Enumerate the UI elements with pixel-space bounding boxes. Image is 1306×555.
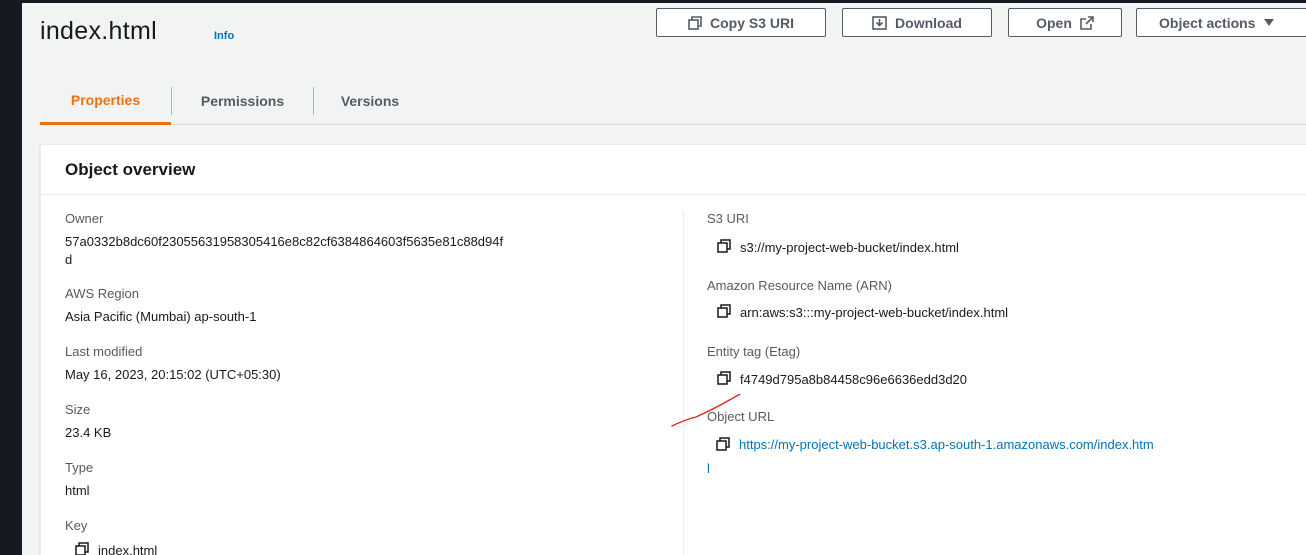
copy-icon[interactable] bbox=[716, 436, 730, 458]
open-button[interactable]: Open bbox=[1008, 8, 1122, 37]
object-actions-button[interactable]: Object actions bbox=[1136, 8, 1306, 37]
red-checkmark-annotation bbox=[671, 394, 741, 427]
object-url-link-line1[interactable]: https://my-project-web-bucket.s3.ap-sout… bbox=[739, 437, 1154, 452]
download-button[interactable]: Download bbox=[842, 8, 992, 37]
arn-value: arn:aws:s3:::my-project-web-bucket/index… bbox=[717, 304, 1008, 321]
tab-versions[interactable]: Versions bbox=[314, 77, 426, 124]
copy-s3-uri-button[interactable]: Copy S3 URI bbox=[656, 8, 826, 37]
size-value: 23.4 KB bbox=[65, 425, 112, 440]
caret-down-icon bbox=[1263, 18, 1275, 28]
s3-uri-label: S3 URI bbox=[707, 211, 749, 226]
tab-properties[interactable]: Properties bbox=[40, 77, 171, 125]
etag-label: Entity tag (Etag) bbox=[707, 344, 801, 359]
object-url-link-line2[interactable]: l bbox=[707, 461, 710, 476]
last-modified-label: Last modified bbox=[65, 344, 143, 359]
copy-icon[interactable] bbox=[75, 542, 89, 555]
copy-icon[interactable] bbox=[717, 239, 731, 256]
owner-label: Owner bbox=[65, 211, 104, 226]
arn-text: arn:aws:s3:::my-project-web-bucket/index… bbox=[740, 305, 1009, 320]
s3-uri-text: s3://my-project-web-bucket/index.html bbox=[740, 240, 959, 255]
open-label: Open bbox=[1036, 14, 1072, 31]
tab-permissions[interactable]: Permissions bbox=[172, 77, 313, 124]
type-label: Type bbox=[65, 460, 94, 475]
arn-label: Amazon Resource Name (ARN) bbox=[707, 278, 892, 293]
key-value: index.html bbox=[75, 542, 157, 555]
etag-value: f4749d795a8b84458c96e6636edd3d20 bbox=[717, 371, 967, 388]
object-overview-panel: Object overview Owner 57a0332b8dc60f2305… bbox=[40, 144, 1306, 555]
object-url-value[interactable]: https://my-project-web-bucket.s3.ap-sout… bbox=[707, 434, 1306, 480]
region-label: AWS Region bbox=[65, 286, 139, 301]
last-modified-value: May 16, 2023, 20:15:02 (UTC+05:30) bbox=[65, 367, 281, 382]
type-value: html bbox=[65, 483, 90, 498]
etag-text: f4749d795a8b84458c96e6636edd3d20 bbox=[740, 372, 968, 387]
s3-uri-value: s3://my-project-web-bucket/index.html bbox=[717, 239, 959, 256]
size-label: Size bbox=[65, 402, 91, 417]
download-label: Download bbox=[895, 14, 962, 31]
owner-value: 57a0332b8dc60f23055631958305416e8c82cf63… bbox=[65, 233, 503, 269]
external-link-icon bbox=[1080, 15, 1094, 30]
key-text: index.html bbox=[98, 543, 158, 555]
tab-bar: Properties Permissions Versions bbox=[40, 77, 1306, 125]
panel-title: Object overview bbox=[65, 160, 196, 179]
info-link[interactable]: Info bbox=[214, 30, 234, 42]
copy-s3-uri-label: Copy S3 URI bbox=[709, 14, 794, 31]
download-icon bbox=[872, 15, 887, 30]
copy-icon bbox=[688, 15, 702, 30]
key-label: Key bbox=[65, 518, 88, 533]
owner-value-line2: d bbox=[65, 252, 73, 267]
object-actions-label: Object actions bbox=[1159, 14, 1256, 31]
owner-value-line1: 57a0332b8dc60f23055631958305416e8c82cf63… bbox=[65, 234, 504, 249]
column-divider bbox=[683, 211, 684, 555]
copy-icon[interactable] bbox=[717, 371, 731, 388]
app-frame: index.html Info Copy S3 URI Download Ope… bbox=[22, 3, 1306, 555]
panel-header: Object overview bbox=[41, 145, 1306, 195]
copy-icon[interactable] bbox=[717, 304, 731, 321]
region-value: Asia Pacific (Mumbai) ap-south-1 bbox=[65, 309, 257, 324]
page-title: index.html bbox=[40, 17, 157, 45]
